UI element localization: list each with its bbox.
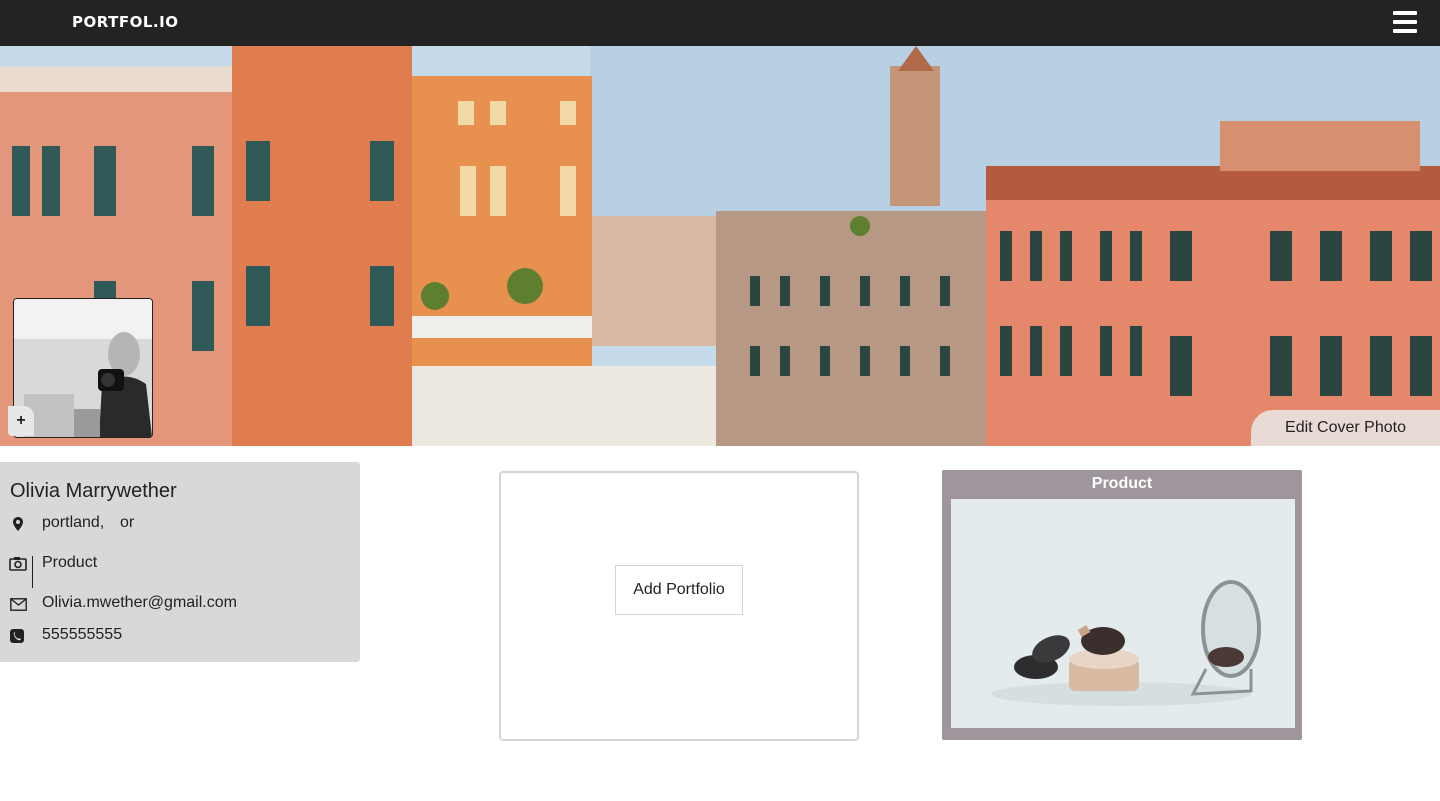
product-photo	[951, 499, 1295, 728]
profile-info-card: Olivia Marrywether portland, or Product …	[0, 462, 360, 662]
envelope-icon	[10, 598, 27, 611]
hamburger-menu-icon[interactable]	[1393, 11, 1417, 33]
profile-avatar[interactable]	[13, 298, 153, 438]
portfolio-card-title: Product	[1091, 475, 1153, 492]
cover-photo: + Edit Cover Photo	[0, 46, 1440, 446]
camera-icon	[9, 557, 27, 571]
add-portfolio-button[interactable]: Add Portfolio	[615, 565, 743, 615]
location-state: or	[120, 514, 135, 531]
phone-text[interactable]: 555555555	[42, 626, 122, 644]
profile-name: Olivia Marrywether	[10, 480, 177, 502]
location-row: portland, or	[0, 514, 360, 538]
email-row: Olivia.mwether@gmail.com	[0, 594, 360, 618]
location-city: portland,	[42, 514, 105, 531]
avatar-photo	[14, 299, 152, 437]
portfolio-card-image[interactable]	[951, 499, 1295, 728]
top-navbar: PORTFOL.IO	[0, 0, 1440, 46]
email-text[interactable]: Olivia.mwether@gmail.com	[42, 594, 237, 612]
add-portfolio-card: Add Portfolio	[499, 471, 859, 741]
phone-icon	[10, 629, 24, 643]
add-avatar-button[interactable]: +	[8, 406, 34, 436]
category-text: Product	[42, 554, 98, 571]
brand-logo[interactable]: PORTFOL.IO	[72, 13, 178, 31]
phone-row: 555555555	[0, 626, 360, 650]
category-row: Product	[0, 554, 360, 578]
edit-cover-photo-button[interactable]: Edit Cover Photo	[1251, 410, 1440, 446]
cover-image	[0, 46, 1440, 446]
portfolio-card-product[interactable]: Product	[942, 470, 1302, 740]
map-marker-icon	[13, 517, 23, 531]
